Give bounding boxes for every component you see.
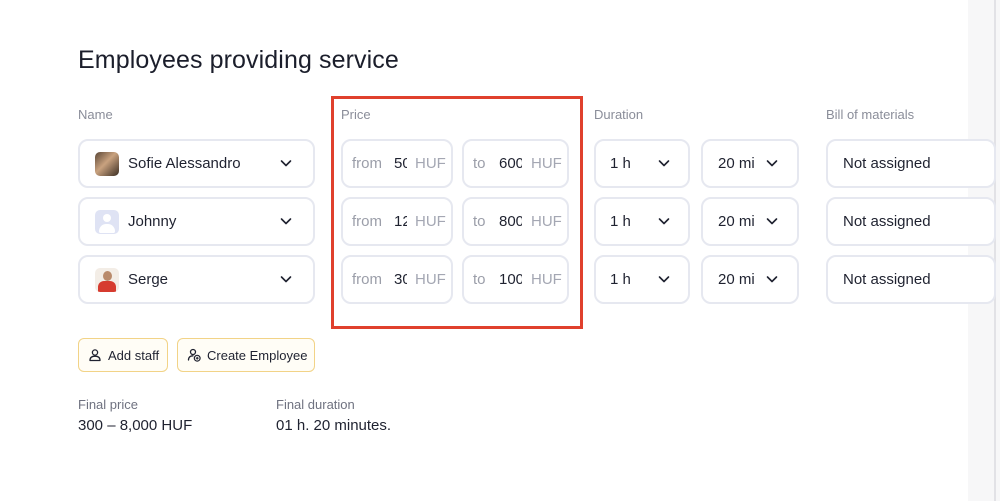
duration-minutes-value: 20 min <box>718 213 755 230</box>
employee-select[interactable]: Johnny <box>78 197 315 246</box>
user-add-icon <box>187 348 201 362</box>
chevron-down-icon <box>766 218 778 225</box>
bill-of-materials-value: Not assigned <box>843 213 931 230</box>
chevron-down-icon <box>658 218 670 225</box>
add-staff-button[interactable]: Add staff <box>78 338 168 372</box>
final-duration-value: 01 h. 20 minutes. <box>276 417 392 434</box>
final-price-value: 300 – 8,000 HUF <box>78 417 193 434</box>
chevron-down-icon <box>766 160 778 167</box>
avatar <box>95 151 119 176</box>
employee-name: Sofie Alessandro <box>128 155 241 172</box>
bill-of-materials-select[interactable]: Not assigned <box>826 255 996 304</box>
bill-of-materials-value: Not assigned <box>843 271 931 288</box>
duration-minutes-select[interactable]: 20 min <box>701 197 799 246</box>
page-title: Employees providing service <box>78 46 399 74</box>
avatar-placeholder-icon <box>95 209 119 234</box>
user-icon <box>89 349 101 362</box>
final-duration-label: Final duration <box>276 397 355 412</box>
duration-minutes-select[interactable]: 20 min <box>701 255 799 304</box>
scrollbar[interactable] <box>994 0 996 501</box>
employee-name: Serge <box>128 271 169 288</box>
duration-hours-value: 1 h <box>610 271 631 288</box>
chevron-down-icon <box>280 218 292 225</box>
employee-name: Johnny <box>128 213 177 230</box>
duration-hours-value: 1 h <box>610 213 631 230</box>
chevron-down-icon <box>658 276 670 283</box>
chevron-down-icon <box>766 276 778 283</box>
create-employee-label: Create Employee <box>207 347 308 363</box>
price-highlight-box <box>331 96 583 329</box>
add-staff-label: Add staff <box>108 347 160 363</box>
create-employee-button[interactable]: Create Employee <box>177 338 315 372</box>
final-price-label: Final price <box>78 397 138 412</box>
employee-select[interactable]: Serge <box>78 255 315 304</box>
duration-hours-value: 1 h <box>610 155 631 172</box>
bill-of-materials-select[interactable]: Not assigned <box>826 139 996 188</box>
duration-minutes-select[interactable]: 20 min <box>701 139 799 188</box>
chevron-down-icon <box>658 160 670 167</box>
chevron-down-icon <box>280 276 292 283</box>
duration-hours-select[interactable]: 1 h <box>594 197 690 246</box>
avatar <box>95 267 119 292</box>
duration-hours-select[interactable]: 1 h <box>594 255 690 304</box>
bill-of-materials-select[interactable]: Not assigned <box>826 197 996 246</box>
duration-hours-select[interactable]: 1 h <box>594 139 690 188</box>
employee-select[interactable]: Sofie Alessandro <box>78 139 315 188</box>
duration-minutes-value: 20 min <box>718 155 755 172</box>
column-label-duration: Duration <box>594 107 644 122</box>
duration-minutes-value: 20 min <box>718 271 755 288</box>
column-label-bill-of-materials: Bill of materials <box>826 107 915 122</box>
bill-of-materials-value: Not assigned <box>843 155 931 172</box>
column-label-name: Name <box>78 107 113 122</box>
chevron-down-icon <box>280 160 292 167</box>
